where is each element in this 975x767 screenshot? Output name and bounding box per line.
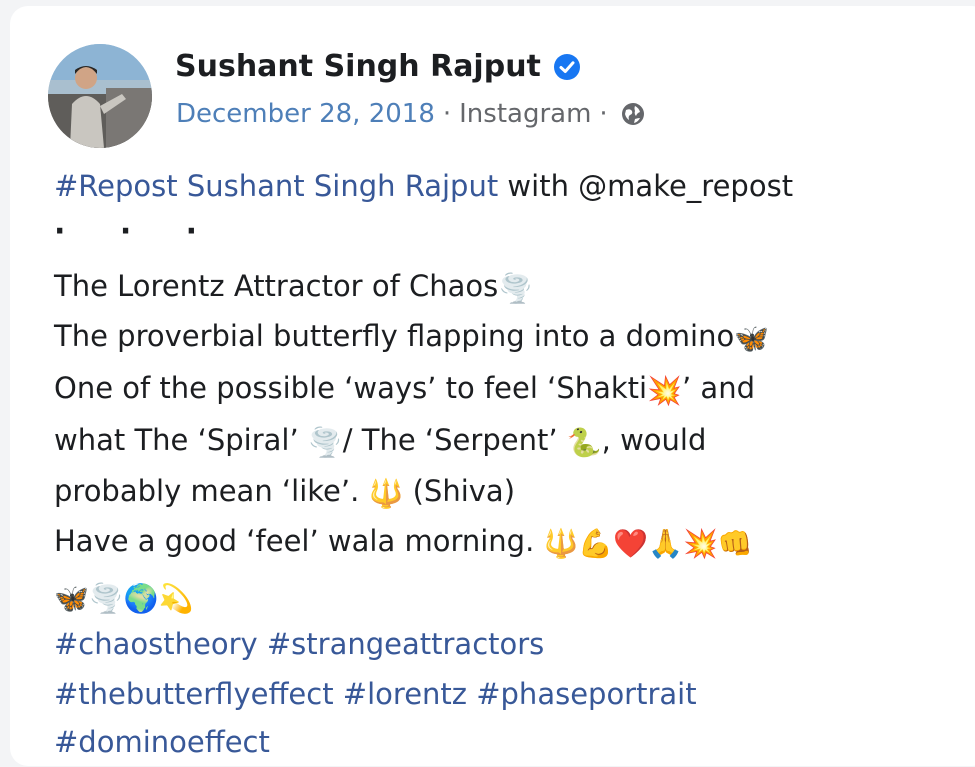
ellipsis-dots: · · · bbox=[54, 214, 220, 249]
butterfly-emoji-icon: 🦋 bbox=[734, 322, 770, 355]
verified-badge-icon bbox=[553, 53, 580, 80]
post-line-7: 🦋🌪️🌍💫 bbox=[54, 571, 193, 621]
post-line-4: what The ‘Spiral’ 🌪️/ The ‘Serpent’ 🐍, w… bbox=[54, 415, 706, 465]
line-2-text: The proverbial butterfly flapping into a… bbox=[54, 319, 735, 353]
post-line-5: probably mean ‘like’. 🔱 (Shiva) bbox=[54, 466, 515, 516]
line-1-text: The Lorentz Attractor of Chaos bbox=[54, 269, 499, 303]
hashtag-links-3[interactable]: #dominoeffect bbox=[54, 725, 270, 759]
author-name[interactable]: Sushant Singh Rajput bbox=[175, 49, 541, 84]
post-line-6: Have a good ‘feel’ wala morning. 🔱💪❤️🙏💥👊 bbox=[54, 516, 753, 566]
line-3-text-a: One of the possible ‘ways’ to feel ‘Shak… bbox=[54, 371, 648, 405]
hashtag-line-1: #chaostheory #strangeattractors bbox=[54, 619, 544, 669]
hashtag-line-3: #dominoeffect bbox=[54, 717, 270, 767]
collision-emoji-icon: 💥 bbox=[647, 374, 682, 407]
post-source: Instagram bbox=[459, 99, 592, 129]
author-header: Sushant Singh Rajput bbox=[175, 49, 581, 84]
meta-separator: · bbox=[442, 99, 452, 129]
hashtag-links-2[interactable]: #thebutterflyeffect #lorentz #phaseportr… bbox=[54, 677, 697, 711]
line-4-text-b: / The ‘Serpent’ bbox=[342, 423, 567, 457]
hashtag-links-1[interactable]: #chaostheory #strangeattractors bbox=[54, 627, 544, 661]
post-card: Sushant Singh Rajput December 28, 2018 ·… bbox=[10, 6, 975, 766]
emoji-row-2-icon: 🦋🌪️🌍💫 bbox=[54, 582, 194, 615]
line-6-text: Have a good ‘feel’ wala morning. bbox=[54, 524, 544, 558]
meta-separator-2: · bbox=[599, 99, 608, 129]
line-3-text-b: ’ and bbox=[682, 371, 755, 405]
line-4-text-a: what The ‘Spiral’ bbox=[54, 423, 308, 457]
post-meta: December 28, 2018 · Instagram · bbox=[176, 99, 646, 129]
snake-emoji-icon: 🐍 bbox=[566, 426, 602, 459]
author-avatar[interactable] bbox=[48, 44, 152, 148]
trident-emoji-icon: 🔱 bbox=[368, 477, 404, 510]
tornado-emoji-icon: 🌪️ bbox=[498, 272, 534, 305]
emoji-row-icon: 🔱💪❤️🙏💥👊 bbox=[543, 527, 753, 560]
post-line-3: One of the possible ‘ways’ to feel ‘Shak… bbox=[54, 363, 755, 413]
repost-text: with @make_repost bbox=[498, 169, 794, 203]
repost-hashtag-link[interactable]: #Repost Sushant Singh Rajput bbox=[54, 169, 498, 203]
line-4-text-c: , would bbox=[601, 423, 707, 457]
hashtag-line-2: #thebutterflyeffect #lorentz #phaseportr… bbox=[54, 669, 697, 719]
line-5-text-b: (Shiva) bbox=[403, 474, 516, 508]
post-line-2: The proverbial butterfly flapping into a… bbox=[54, 311, 769, 361]
globe-icon bbox=[621, 103, 644, 125]
repost-line: #Repost Sushant Singh Rajput with @make_… bbox=[54, 161, 793, 211]
post-line-1: The Lorentz Attractor of Chaos🌪️ bbox=[54, 261, 533, 311]
post-date[interactable]: December 28, 2018 bbox=[176, 99, 435, 129]
line-5-text-a: probably mean ‘like’. bbox=[54, 474, 369, 508]
tornado-emoji-icon: 🌪️ bbox=[307, 426, 343, 459]
